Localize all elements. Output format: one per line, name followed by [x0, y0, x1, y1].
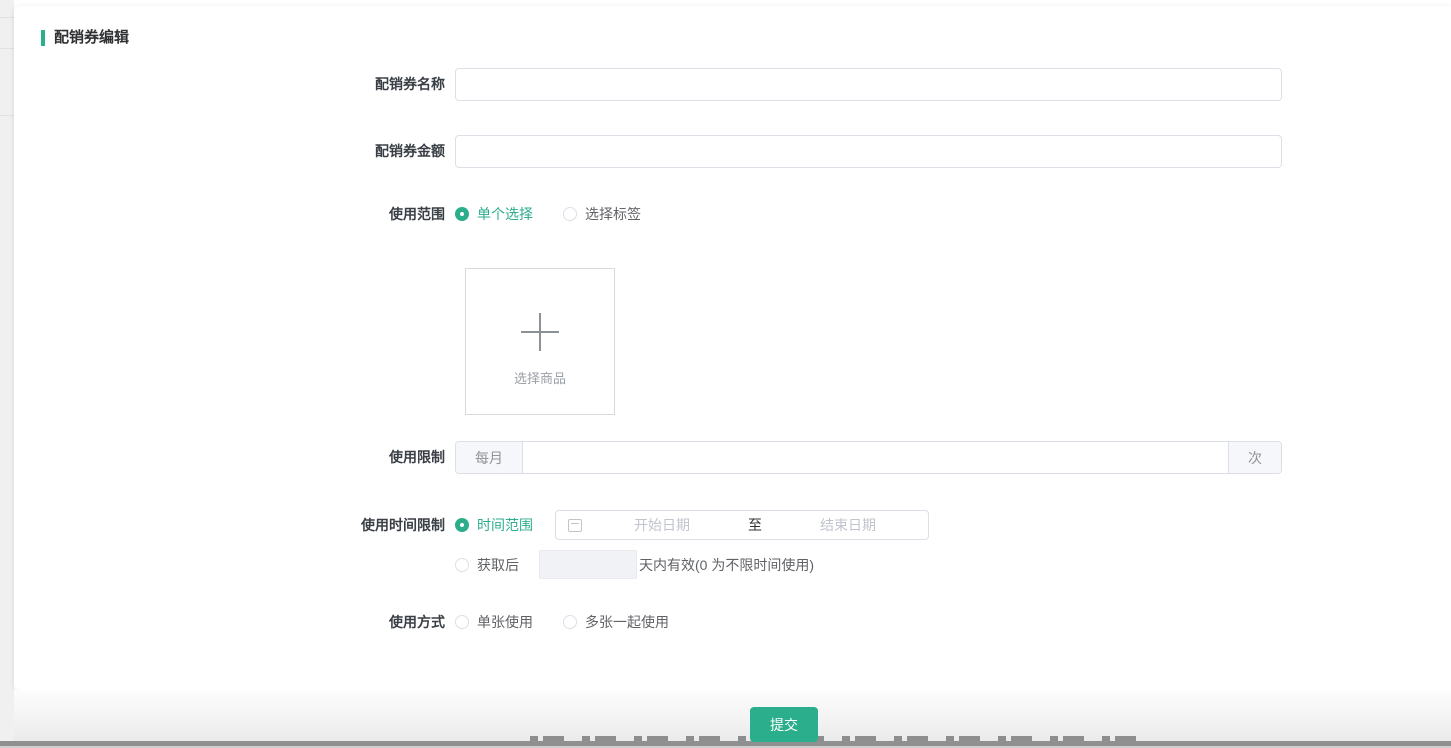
- radio-label: 单个选择: [477, 204, 533, 224]
- radio-single-select[interactable]: 单个选择: [455, 204, 533, 224]
- days-valid-suffix-text: 天内有效(0 为不限时间使用): [639, 555, 814, 575]
- end-date-placeholder[interactable]: 结束日期: [768, 515, 928, 535]
- footer-bar: 提交: [14, 690, 1451, 748]
- form-row-days-valid: 获取后 天内有效(0 为不限时间使用): [14, 550, 1451, 579]
- sidebar-edge: [0, 0, 14, 748]
- section-header: 配销券编辑: [14, 6, 1451, 38]
- form-row-product-picker: 选择商品: [14, 268, 1451, 415]
- usage-limit-suffix: 次: [1228, 442, 1281, 473]
- radio-icon: [455, 207, 469, 221]
- radio-icon: [455, 518, 469, 532]
- radio-icon: [563, 615, 577, 629]
- select-product-button[interactable]: 选择商品: [465, 268, 615, 415]
- coupon-name-label: 配销券名称: [14, 68, 455, 101]
- radio-label: 选择标签: [585, 204, 641, 224]
- sidebar-divider: [0, 115, 14, 116]
- sidebar-divider: [0, 48, 14, 49]
- radio-icon: [455, 615, 469, 629]
- sidebar-divider: [0, 17, 14, 18]
- usage-limit-input[interactable]: [523, 442, 1228, 473]
- form-row-time-limit: 使用时间限制 时间范围 开始日期 至 结束日期: [14, 510, 1451, 540]
- radio-single-use[interactable]: 单张使用: [455, 612, 533, 632]
- form-row-usage-limit: 使用限制 每月 次: [14, 441, 1451, 474]
- usage-limit-label: 使用限制: [14, 441, 455, 474]
- usage-limit-group: 每月 次: [455, 441, 1282, 474]
- page-title: 配销券编辑: [54, 29, 129, 47]
- radio-select-tag[interactable]: 选择标签: [563, 204, 641, 224]
- form-row-usage-scope: 使用范围 单个选择 选择标签: [14, 204, 1451, 224]
- coupon-amount-input[interactable]: [455, 135, 1282, 168]
- select-product-label: 选择商品: [514, 368, 566, 387]
- usage-scope-label: 使用范围: [14, 204, 455, 224]
- coupon-edit-card: 配销券编辑 配销券名称 配销券金额 使用范围 单个选择 选择标签: [14, 6, 1451, 690]
- time-limit-label: 使用时间限制: [14, 510, 455, 540]
- form-row-coupon-name: 配销券名称: [14, 68, 1451, 101]
- calendar-icon: [568, 519, 582, 532]
- radio-icon: [455, 558, 469, 572]
- radio-icon: [563, 207, 577, 221]
- submit-button[interactable]: 提交: [750, 707, 818, 742]
- coupon-amount-label: 配销券金额: [14, 135, 455, 168]
- form-row-coupon-amount: 配销券金额: [14, 135, 1451, 168]
- radio-label: 多张一起使用: [585, 612, 669, 632]
- start-date-placeholder[interactable]: 开始日期: [582, 515, 742, 535]
- form-row-usage-method: 使用方式 单张使用 多张一起使用: [14, 612, 1451, 632]
- radio-days-after[interactable]: 获取后: [455, 550, 519, 579]
- radio-time-range[interactable]: 时间范围: [455, 510, 533, 540]
- coupon-name-input[interactable]: [455, 68, 1282, 101]
- date-range-picker[interactable]: 开始日期 至 结束日期: [555, 510, 929, 540]
- radio-label: 单张使用: [477, 612, 533, 632]
- radio-label: 时间范围: [477, 515, 533, 535]
- date-range-separator: 至: [742, 515, 768, 535]
- usage-method-label: 使用方式: [14, 612, 455, 632]
- usage-limit-prefix: 每月: [456, 442, 523, 473]
- radio-label: 获取后: [477, 555, 519, 575]
- valid-days-input[interactable]: [539, 550, 637, 579]
- section-accent-bar: [41, 30, 45, 46]
- plus-icon: [521, 313, 559, 351]
- radio-multi-use[interactable]: 多张一起使用: [563, 612, 669, 632]
- coupon-form: 配销券名称 配销券金额 使用范围 单个选择 选择标签: [14, 68, 1451, 632]
